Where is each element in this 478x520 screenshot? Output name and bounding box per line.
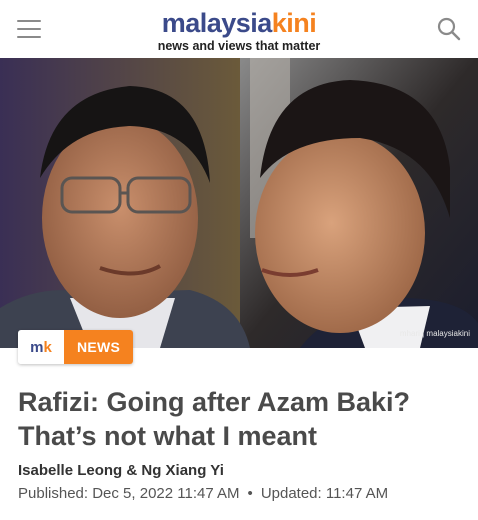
article-authors[interactable]: Isabelle Leong & Ng Xiang Yi (18, 462, 224, 479)
badge-logo-k: k (43, 338, 52, 356)
search-icon[interactable] (436, 16, 462, 42)
category-badge[interactable]: mk NEWS (18, 330, 134, 364)
hero-photo[interactable]: mhari | malaysiakini (0, 58, 478, 348)
site-header: malaysiakini news and views that matter (0, 0, 478, 58)
article-headline: Rafizi: Going after Azam Baki? That’s no… (18, 387, 411, 451)
mk-logo-icon: mk (18, 330, 64, 364)
published-date: Published: Dec 5, 2022 11:47 AM (18, 485, 240, 502)
category-label: NEWS (64, 330, 134, 364)
updated-time: Updated: 11:47 AM (260, 485, 389, 502)
badge-logo-m: m (30, 338, 44, 356)
meta-separator: • (247, 485, 253, 502)
site-logo[interactable]: malaysiakini news and views that matter (0, 8, 478, 53)
site-tagline: news and views that matter (157, 39, 321, 53)
article-meta: Published: Dec 5, 2022 11:47 AM • Updated:… (18, 485, 388, 502)
logo-text-malaysia: malaysia (161, 8, 273, 38)
logo-text-kini: kini (271, 8, 317, 38)
photo-credit: mhari | malaysiakini (399, 329, 470, 338)
